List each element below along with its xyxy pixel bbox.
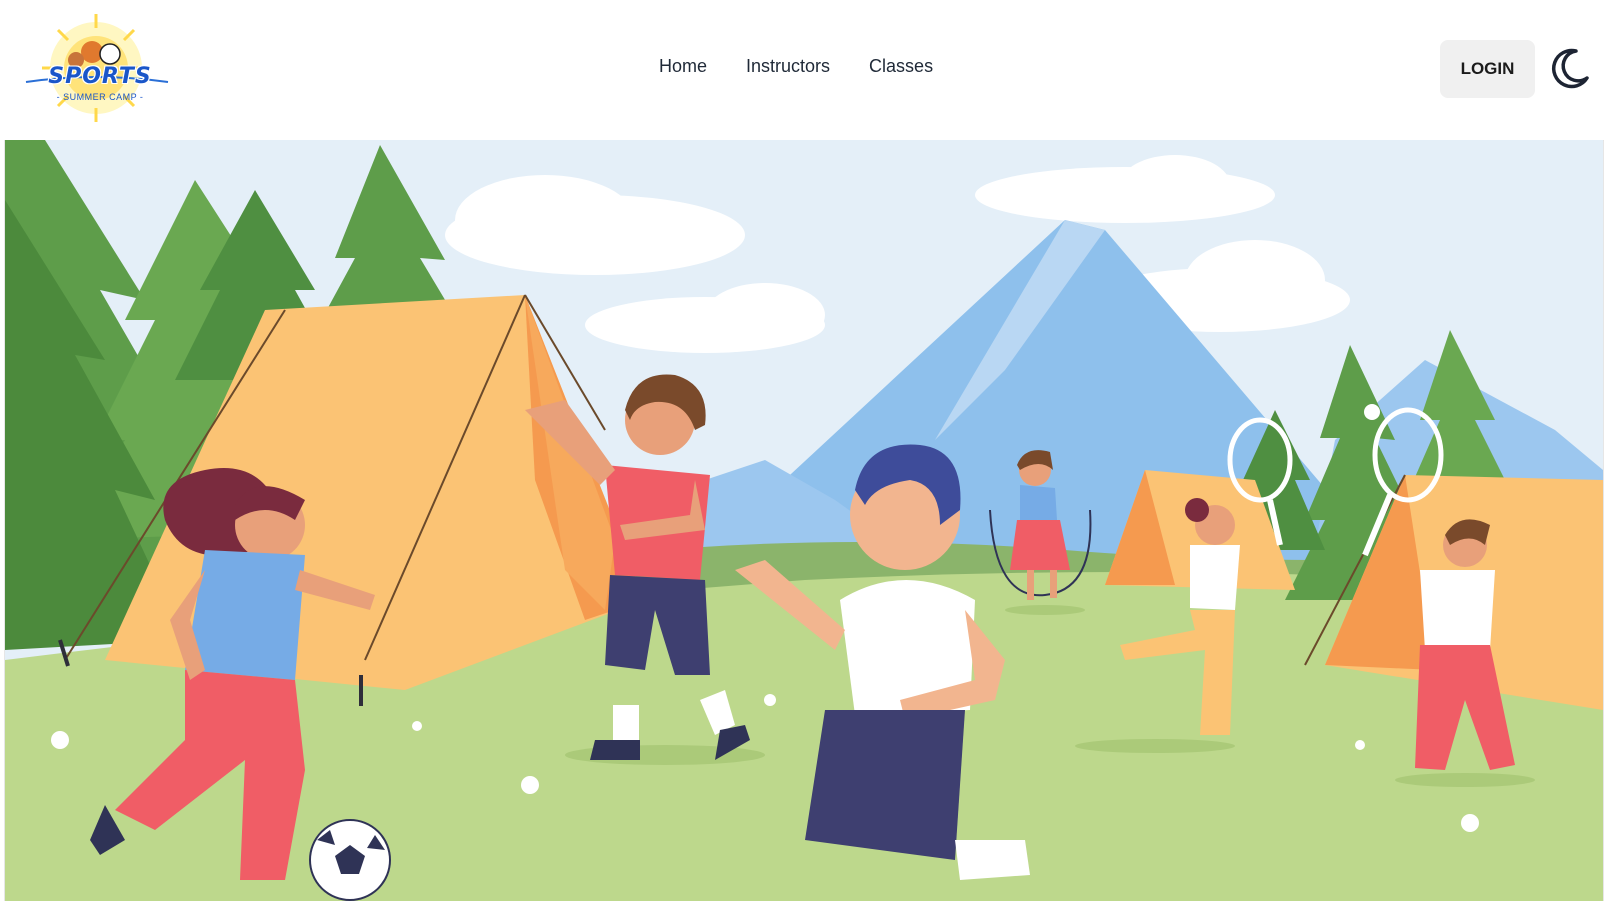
nav-link-home[interactable]: Home	[659, 56, 707, 77]
top-navbar: SPORTS - SUMMER CAMP - Home Instructors …	[4, 0, 1604, 141]
logo-subtitle: - SUMMER CAMP -	[56, 92, 144, 102]
summer-camp-scene	[5, 140, 1603, 901]
hero-illustration	[5, 140, 1603, 901]
nav-link-classes[interactable]: Classes	[869, 56, 933, 77]
login-button[interactable]: LOGIN	[1440, 40, 1535, 98]
nav-link-instructors[interactable]: Instructors	[746, 56, 830, 77]
logo-title: SPORTS	[48, 64, 152, 89]
logo[interactable]: SPORTS - SUMMER CAMP -	[18, 12, 174, 124]
soccer-ball	[309, 819, 391, 901]
moon-icon[interactable]	[1546, 46, 1592, 92]
main-nav: Home Instructors Classes	[659, 56, 933, 77]
